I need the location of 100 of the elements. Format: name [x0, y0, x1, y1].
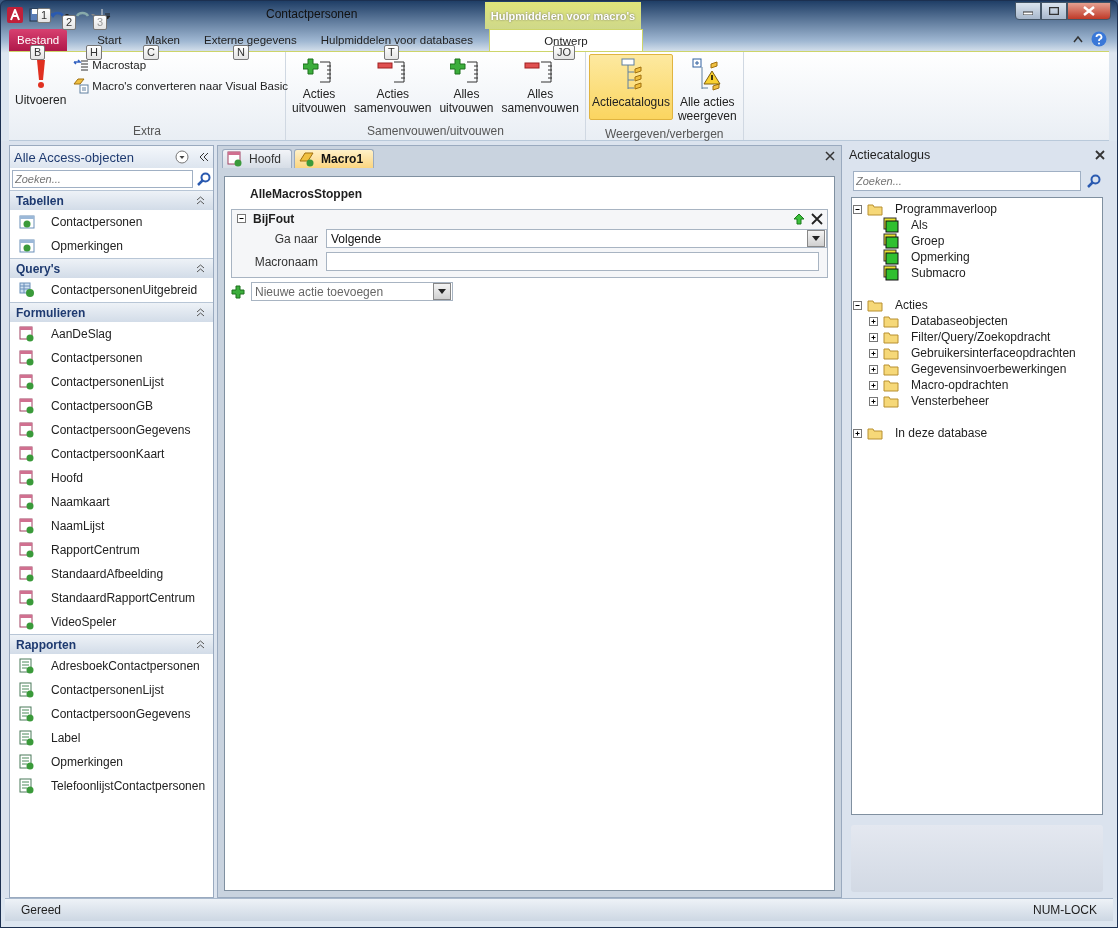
nav-item[interactable]: ContactpersoonGegevens	[10, 702, 213, 726]
tree-item[interactable]: Filter/Query/Zoekopdracht	[911, 330, 1051, 344]
search-icon[interactable]	[197, 172, 211, 186]
add-action-dropdown[interactable]: Nieuwe actie toevoegen	[251, 282, 453, 301]
folder-icon	[883, 330, 899, 344]
macro-action[interactable]: AlleMacrosStoppen	[231, 187, 828, 209]
tree-item[interactable]: Als	[911, 218, 928, 232]
keytip-tooltip: 3	[93, 15, 108, 30]
field-label: Ga naar	[273, 231, 318, 246]
collapse-toggle[interactable]	[852, 203, 863, 215]
ribbon-button[interactable]: Actiecatalogus	[588, 54, 673, 120]
form-icon	[19, 494, 35, 510]
folder-icon	[883, 314, 899, 328]
report-icon	[19, 658, 35, 674]
document-tab[interactable]: Macro1	[294, 149, 375, 168]
dropdown-icon[interactable]	[175, 150, 189, 164]
tree-item[interactable]: Gegevensinvoerbewerkingen	[911, 362, 1067, 376]
folder-icon	[883, 394, 899, 408]
expand-toggle[interactable]	[868, 379, 879, 391]
ribbon-button[interactable]: Acties uitvouwen	[289, 54, 350, 120]
nav-item[interactable]: ContactpersoonGB	[10, 394, 213, 418]
form-icon	[19, 398, 35, 414]
group-label: Samenvouwen/uitvouwen	[366, 124, 505, 140]
collapse-icon[interactable]	[196, 640, 205, 649]
macro-icon	[299, 151, 316, 167]
tree-item[interactable]: Macro-opdrachten	[911, 378, 1009, 392]
nav-item[interactable]: ContactpersonenLijst	[10, 370, 213, 394]
convert-icon	[73, 78, 90, 94]
document-tab[interactable]: Hoofd	[222, 149, 293, 168]
dropdown-field[interactable]: Volgende	[326, 229, 827, 248]
tree-item[interactable]: Programmaverloop	[895, 202, 998, 216]
tree-item[interactable]: Opmerking	[911, 250, 970, 264]
action-icon	[883, 233, 899, 249]
nav-item[interactable]: Opmerkingen	[10, 750, 213, 774]
collapse-toggle[interactable]	[852, 299, 863, 311]
search-field[interactable]: Zoeken...	[12, 170, 193, 188]
keytip-tooltip: T	[384, 45, 399, 60]
nav-item[interactable]: TelefoonlijstContactpersonen	[10, 774, 213, 798]
search-icon[interactable]	[1087, 174, 1101, 188]
help-icon[interactable]	[1091, 31, 1107, 47]
delete-icon[interactable]	[811, 212, 823, 225]
tree-item[interactable]: Acties	[895, 298, 928, 312]
nav-item[interactable]: RapportCentrum	[10, 538, 213, 562]
form-icon	[19, 614, 35, 630]
expand-toggle[interactable]	[868, 347, 879, 359]
nav-item[interactable]: NaamLijst	[10, 514, 213, 538]
folder-icon	[883, 362, 899, 376]
shutter-icon[interactable]	[199, 152, 209, 162]
tree-item[interactable]: Vensterbeheer	[911, 394, 990, 408]
report-icon	[19, 778, 35, 794]
nav-item[interactable]: ContactpersoonKaart	[10, 442, 213, 466]
collapse-ribbon-icon[interactable]	[1073, 35, 1083, 43]
nav-item[interactable]: Naamkaart	[10, 490, 213, 514]
expand-toggle[interactable]	[868, 395, 879, 407]
nav-item[interactable]: Label	[10, 726, 213, 750]
expand-toggle[interactable]	[868, 315, 879, 327]
minimize-button[interactable]	[1015, 2, 1041, 20]
tree-item[interactable]: Databaseobjecten	[911, 314, 1008, 328]
form-icon	[19, 590, 35, 606]
input-field[interactable]	[326, 252, 819, 271]
nav-item[interactable]: Contactpersonen	[10, 346, 213, 370]
tree-item[interactable]: In deze database	[895, 426, 988, 440]
ribbon-button[interactable]: Alles uitvouwen	[436, 54, 497, 120]
collapse-icon[interactable]	[196, 264, 205, 273]
nav-item[interactable]: AdresboekContactpersonen	[10, 654, 213, 678]
nav-item[interactable]: ContactpersonenLijst	[10, 678, 213, 702]
tree-item[interactable]: Submacro	[911, 266, 966, 280]
nav-item[interactable]: Hoofd	[10, 466, 213, 490]
collapse-toggle[interactable]	[236, 213, 247, 224]
group-header[interactable]: Tabellen	[16, 193, 64, 208]
nav-item[interactable]: ContactpersoonGegevens	[10, 418, 213, 442]
nav-item[interactable]: AanDeSlag	[10, 322, 213, 346]
maximize-button[interactable]	[1041, 2, 1067, 20]
close-icon[interactable]	[1095, 150, 1105, 160]
nav-item[interactable]: Opmerkingen	[10, 234, 213, 258]
ribbon-button[interactable]: Macrostap	[71, 57, 291, 73]
tree-item[interactable]: Groep	[911, 234, 945, 248]
nav-item[interactable]: VideoSpeler	[10, 610, 213, 634]
query-icon	[19, 282, 35, 298]
expand-toggle[interactable]	[868, 363, 879, 375]
report-icon	[19, 754, 35, 770]
group-header[interactable]: Query's	[16, 261, 61, 276]
search-field[interactable]: Zoeken...	[853, 171, 1081, 191]
warning-tree-icon	[692, 58, 723, 92]
nav-item[interactable]: StandaardRapportCentrum	[10, 586, 213, 610]
close-button[interactable]	[1067, 2, 1111, 20]
pane-title: Alle Access-objecten	[14, 149, 135, 165]
nav-item[interactable]: Contactpersonen	[10, 210, 213, 234]
collapse-icon[interactable]	[196, 196, 205, 205]
customize-toolbar-icon[interactable]	[101, 8, 111, 22]
ribbon-button[interactable]: Alle acties weergeven	[674, 54, 740, 127]
nav-item[interactable]: StandaardAfbeelding	[10, 562, 213, 586]
ribbon-button[interactable]: Macro's converteren naar Visual Basic	[71, 77, 291, 95]
collapse-icon[interactable]	[196, 308, 205, 317]
expand-toggle[interactable]	[868, 331, 879, 343]
nav-item[interactable]: ContactpersonenUitgebreid	[10, 278, 213, 302]
app-logo-icon	[7, 7, 23, 23]
tree-item[interactable]: Gebruikersinterfaceopdrachten	[911, 346, 1076, 360]
expand-toggle[interactable]	[852, 427, 863, 439]
move-up-icon[interactable]	[793, 212, 805, 225]
